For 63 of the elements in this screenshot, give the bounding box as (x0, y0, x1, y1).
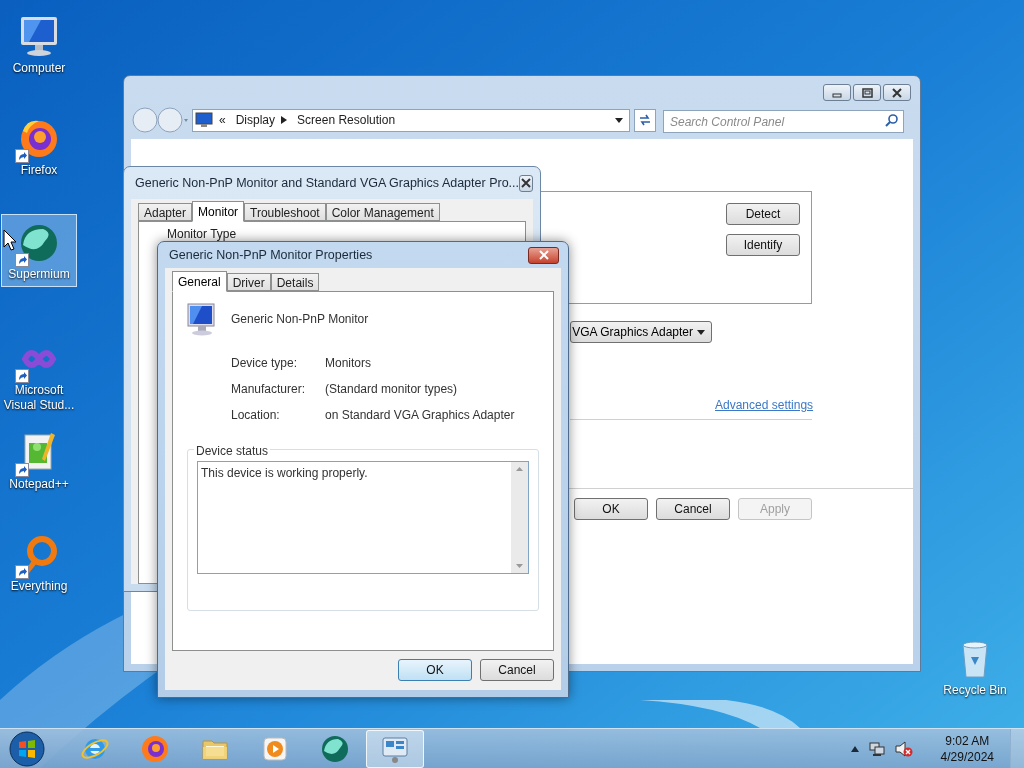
address-bar[interactable]: « Display Screen Resolution (192, 108, 630, 132)
close-button[interactable] (528, 246, 559, 264)
close-icon (891, 87, 903, 98)
property-label: Location: (231, 407, 281, 424)
maximize-button[interactable] (853, 84, 881, 101)
separator-arrow-icon (281, 116, 288, 124)
breadcrumb-item[interactable]: Display (235, 111, 276, 129)
property-value: (Standard monitor types) (325, 381, 459, 398)
blob-logo-icon (320, 733, 350, 764)
status-text-area[interactable]: This device is working properly. (197, 461, 529, 574)
adapter-dropdown[interactable]: VGA Graphics Adapter (570, 321, 712, 343)
close-icon (520, 178, 532, 188)
tab[interactable]: Monitor (192, 201, 245, 222)
start-button[interactable] (6, 729, 48, 768)
close-button[interactable] (519, 174, 533, 192)
show-hidden-icons-icon (850, 745, 859, 752)
dialog-title: Generic Non-PnP Monitor Properties (169, 246, 373, 264)
device-name: Generic Non-PnP Monitor (231, 311, 369, 328)
tab[interactable]: Driver (226, 273, 271, 291)
property-value: Monitors (325, 355, 372, 372)
scroll-up-icon (516, 467, 523, 471)
network-icon (868, 740, 885, 757)
overflow-chevron[interactable]: « (219, 111, 226, 129)
refresh-icon (638, 114, 652, 126)
taskbar-button[interactable] (366, 729, 424, 768)
dialog-button[interactable]: OK (398, 659, 472, 681)
windows-logo-icon (9, 730, 45, 767)
scrollbar[interactable] (511, 462, 528, 573)
scroll-down-icon (516, 564, 523, 568)
dialog-button[interactable]: OK (574, 498, 648, 520)
property-value: on Standard VGA Graphics Adapter (325, 407, 516, 424)
dropdown-arrow-icon (697, 329, 705, 335)
refresh-button[interactable] (634, 108, 656, 132)
monitor-button[interactable]: Identify (726, 234, 800, 256)
status-text: This device is working properly. (200, 465, 369, 482)
dialog-button[interactable]: Cancel (480, 659, 554, 681)
clock-time[interactable]: 9:02 AM (945, 732, 990, 749)
dropdown-arrow-icon (615, 117, 623, 123)
tab[interactable]: General (172, 271, 227, 292)
monitor-button[interactable]: Detect (726, 203, 800, 225)
search-icon (885, 113, 898, 127)
back-forward-buttons-icon (132, 107, 188, 133)
advanced-settings-link[interactable]: Advanced settings (715, 396, 814, 414)
maximize-icon (861, 87, 873, 98)
mouse-pointer-icon (3, 229, 17, 251)
dialog-button[interactable]: Cancel (656, 498, 730, 520)
search-field[interactable]: Search Control Panel (663, 110, 904, 133)
dialog-title: Generic Non-PnP Monitor and Standard VGA Graphics Adapter Pro... (135, 174, 519, 192)
close-button[interactable] (883, 84, 911, 101)
tab[interactable]: Details (270, 273, 320, 291)
monitor-icon (195, 112, 213, 128)
breadcrumb-item[interactable]: Screen Resolution (297, 111, 396, 129)
monitor-icon (187, 302, 217, 336)
fox-globe-icon (140, 733, 170, 764)
tab[interactable]: Adapter (138, 203, 193, 221)
clock-date[interactable]: 4/29/2024 (940, 748, 994, 765)
minimize-button[interactable] (823, 84, 851, 101)
tab[interactable]: Color Management (325, 203, 440, 221)
group-label: Monitor Type (167, 226, 238, 243)
close-icon (537, 250, 550, 260)
tab[interactable]: Troubleshoot (244, 203, 326, 221)
property-label: Manufacturer: (231, 381, 307, 398)
property-label: Device type: (231, 355, 299, 372)
